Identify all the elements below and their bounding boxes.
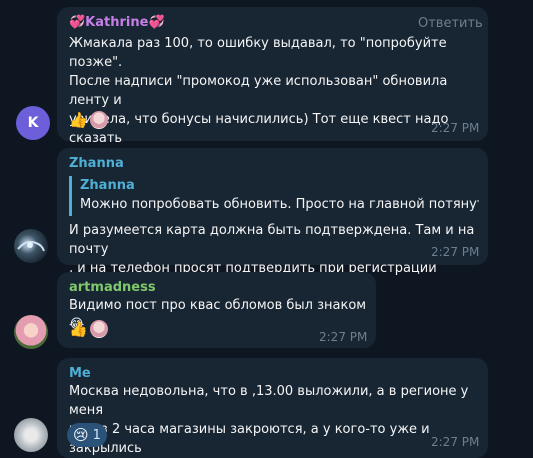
reaction-pill[interactable]: 😢 1 [67,423,107,447]
reactions[interactable]: 👍 [69,320,108,338]
message-bubble: Me Москва недовольна, что в ,13.00 вылож… [57,358,488,458]
reactor-avatar [89,320,108,338]
message-text: И разумеется карта должна быть подтвержд… [69,223,475,276]
message-bubble: artmadness Видимо пост про квас обломов … [57,272,376,348]
sender-name[interactable]: artmadness [69,280,156,295]
reactions[interactable]: 👍 [69,111,108,129]
message-text: Видимо пост про квас обломов был знаком😂 [69,298,367,332]
crying-face-reaction: 😢 [73,426,89,444]
avatar[interactable] [14,315,48,349]
avatar-image [17,240,45,252]
thumbs-up-reaction[interactable]: 👍 [69,111,88,129]
message-time: 2:27 PM [319,330,368,344]
sender-name[interactable]: Me [69,366,91,381]
thumbs-up-reaction[interactable]: 👍 [69,320,88,338]
reply-quote[interactable]: Zhanna Можно попробовать обновить. Прост… [69,176,479,216]
sender-name[interactable]: 💞Kathrine💞 [69,15,165,30]
sender-name[interactable]: Zhanna [69,156,124,171]
avatar[interactable]: K [16,106,50,140]
message-time: 2:27 PM [431,121,480,135]
message-bubble: 💞Kathrine💞 Ответить Жмакала раз 100, то … [57,7,488,165]
quote-text: Можно попробовать обновить. Просто на гл… [80,197,479,212]
reaction-count: 1 [92,427,101,443]
avatar[interactable] [14,229,48,263]
quote-author: Zhanna [80,178,135,193]
avatar-initial: K [27,115,39,131]
reply-button[interactable]: Ответить [418,16,483,31]
message-bubble: Zhanna Zhanna Можно попробовать обновить… [57,148,488,276]
message-time: 2:27 PM [431,245,480,259]
reactor-avatar [89,111,108,129]
